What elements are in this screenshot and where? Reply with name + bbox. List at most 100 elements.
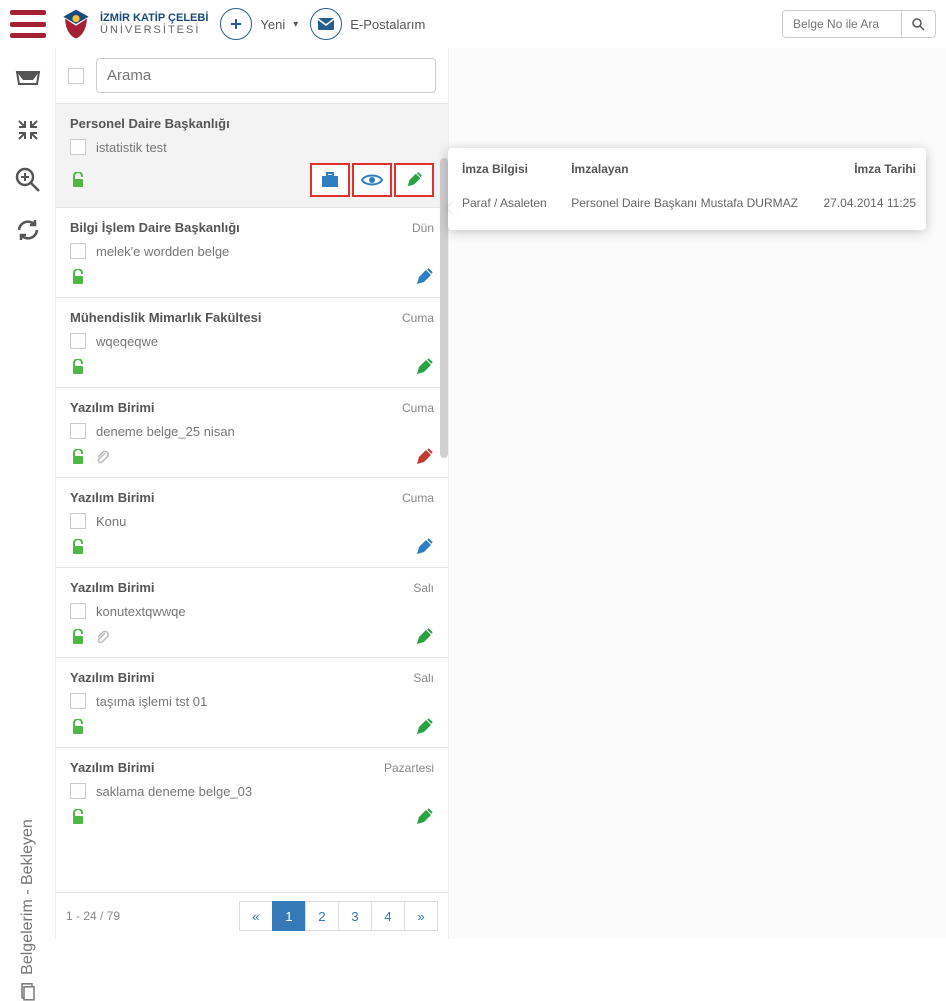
pager-button[interactable]: 1: [272, 901, 306, 931]
doc-checkbox[interactable]: [70, 423, 86, 439]
refresh-icon[interactable]: [14, 216, 42, 244]
sign-date-value: 27.04.2014 11:25: [809, 186, 926, 230]
zoom-in-icon[interactable]: [14, 166, 42, 194]
university-name: İZMİR KATİP ÇELEBİ: [100, 12, 208, 24]
select-all-checkbox[interactable]: [68, 68, 84, 84]
unlock-icon: [70, 809, 86, 825]
doc-subject: saklama deneme belge_03: [96, 784, 434, 799]
doc-sender: Personel Daire Başkanlığı: [70, 116, 230, 131]
doc-sender: Mühendislik Mimarlık Fakültesi: [70, 310, 261, 325]
doc-subject: wqeqeqwe: [96, 334, 434, 349]
menu-toggle[interactable]: [10, 10, 46, 38]
list-item[interactable]: Yazılım Birimi Pazartesi saklama deneme …: [56, 747, 448, 837]
pager-button[interactable]: »: [404, 901, 438, 931]
collapse-icon[interactable]: [14, 116, 42, 144]
sidebar-vertical-label: Belgelerim - Bekleyen: [19, 819, 37, 1001]
doc-subject: melek'e wordden belge: [96, 244, 434, 259]
signature-table: İmza Bilgisi İmzalayan İmza Tarihi Paraf…: [448, 148, 926, 230]
signature-pen-icon: [414, 447, 434, 467]
table-row: Paraf / Asaleten Personel Daire Başkanı …: [448, 186, 926, 230]
unlock-icon: [70, 172, 86, 188]
list-item[interactable]: Yazılım Birimi Cuma deneme belge_25 nisa…: [56, 387, 448, 477]
col-signer: İmzalayan: [557, 148, 809, 186]
pager-row: 1 - 24 / 79 «1234»: [56, 892, 448, 939]
university-sub: ÜNİVERSİTESİ: [100, 24, 208, 36]
doc-checkbox[interactable]: [70, 603, 86, 619]
document-list[interactable]: Personel Daire Başkanlığı istatistik tes…: [56, 103, 448, 892]
emails-button[interactable]: E-Postalarım: [310, 8, 425, 40]
doc-subject: taşıma işlemi tst 01: [96, 694, 434, 709]
pager-button[interactable]: 3: [338, 901, 372, 931]
doc-sender: Yazılım Birimi: [70, 400, 155, 415]
doc-checkbox[interactable]: [70, 243, 86, 259]
doc-checkbox[interactable]: [70, 513, 86, 529]
search-icon: [912, 18, 925, 31]
unlock-icon: [70, 449, 86, 465]
new-label: Yeni: [260, 17, 285, 32]
doc-date: Cuma: [402, 401, 434, 415]
list-item[interactable]: Yazılım Birimi Cuma Konu: [56, 477, 448, 567]
list-item[interactable]: Bilgi İşlem Daire Başkanlığı Dün melek'e…: [56, 207, 448, 297]
list-search-row: [56, 48, 448, 103]
doc-subject: Konu: [96, 514, 434, 529]
emails-label: E-Postalarım: [350, 17, 425, 32]
inbox-icon[interactable]: [14, 66, 42, 94]
col-sign-date: İmza Tarihi: [809, 148, 926, 186]
new-button[interactable]: Yeni ▾: [220, 8, 298, 40]
doc-number-search: [782, 10, 936, 38]
col-signature-info: İmza Bilgisi: [448, 148, 557, 186]
doc-checkbox[interactable]: [70, 783, 86, 799]
signature-pen-icon: [414, 717, 434, 737]
app-header: İZMİR KATİP ÇELEBİ ÜNİVERSİTESİ Yeni ▾ E…: [0, 0, 946, 48]
doc-sender: Yazılım Birimi: [70, 670, 155, 685]
doc-sender: Bilgi İşlem Daire Başkanlığı: [70, 220, 240, 235]
pager-button[interactable]: «: [239, 901, 273, 931]
doc-checkbox[interactable]: [70, 139, 86, 155]
document-icon: [19, 983, 37, 1001]
doc-subject: istatistik test: [96, 140, 434, 155]
unlock-icon: [70, 359, 86, 375]
doc-sender: Yazılım Birimi: [70, 760, 155, 775]
list-item[interactable]: Yazılım Birimi Salı taşıma işlemi tst 01: [56, 657, 448, 747]
document-list-column: Personel Daire Başkanlığı istatistik tes…: [56, 48, 448, 939]
pager-button[interactable]: 2: [305, 901, 339, 931]
signature-pen-icon: [414, 267, 434, 287]
briefcase-action[interactable]: [310, 163, 350, 197]
signature-pen-icon: [414, 627, 434, 647]
university-logo-icon: [58, 6, 94, 42]
unlock-icon: [70, 719, 86, 735]
plus-icon: [220, 8, 252, 40]
logo: İZMİR KATİP ÇELEBİ ÜNİVERSİTESİ: [58, 6, 208, 42]
doc-date: Salı: [413, 581, 434, 595]
attachment-icon: [94, 629, 110, 645]
sign-action[interactable]: [394, 163, 434, 197]
doc-date: Dün: [412, 221, 434, 235]
signature-tooltip: İmza Bilgisi İmzalayan İmza Tarihi Paraf…: [448, 148, 926, 230]
attachment-icon: [94, 449, 110, 465]
unlock-icon: [70, 629, 86, 645]
unlock-icon: [70, 269, 86, 285]
signature-pen-icon: [414, 537, 434, 557]
doc-date: Cuma: [402, 311, 434, 325]
doc-subject: deneme belge_25 nisan: [96, 424, 434, 439]
doc-number-search-button[interactable]: [902, 10, 936, 38]
list-item[interactable]: Yazılım Birimi Salı konutextqwwqe: [56, 567, 448, 657]
signature-pen-icon: [414, 807, 434, 827]
signature-pen-icon: [414, 357, 434, 377]
envelope-icon: [310, 8, 342, 40]
doc-date: Pazartesi: [384, 761, 434, 775]
list-search-input[interactable]: [96, 58, 436, 93]
doc-checkbox[interactable]: [70, 333, 86, 349]
doc-number-input[interactable]: [782, 10, 902, 38]
doc-checkbox[interactable]: [70, 693, 86, 709]
doc-subject: konutextqwwqe: [96, 604, 434, 619]
signature-info-value: Paraf / Asaleten: [448, 186, 557, 230]
signer-value: Personel Daire Başkanı Mustafa DURMAZ: [557, 186, 809, 230]
sidebar: Belgelerim - Bekleyen: [0, 48, 56, 939]
doc-date: Cuma: [402, 491, 434, 505]
doc-sender: Yazılım Birimi: [70, 580, 155, 595]
list-item[interactable]: Mühendislik Mimarlık Fakültesi Cuma wqeq…: [56, 297, 448, 387]
preview-action[interactable]: [352, 163, 392, 197]
list-item[interactable]: Personel Daire Başkanlığı istatistik tes…: [56, 103, 448, 207]
pager-button[interactable]: 4: [371, 901, 405, 931]
